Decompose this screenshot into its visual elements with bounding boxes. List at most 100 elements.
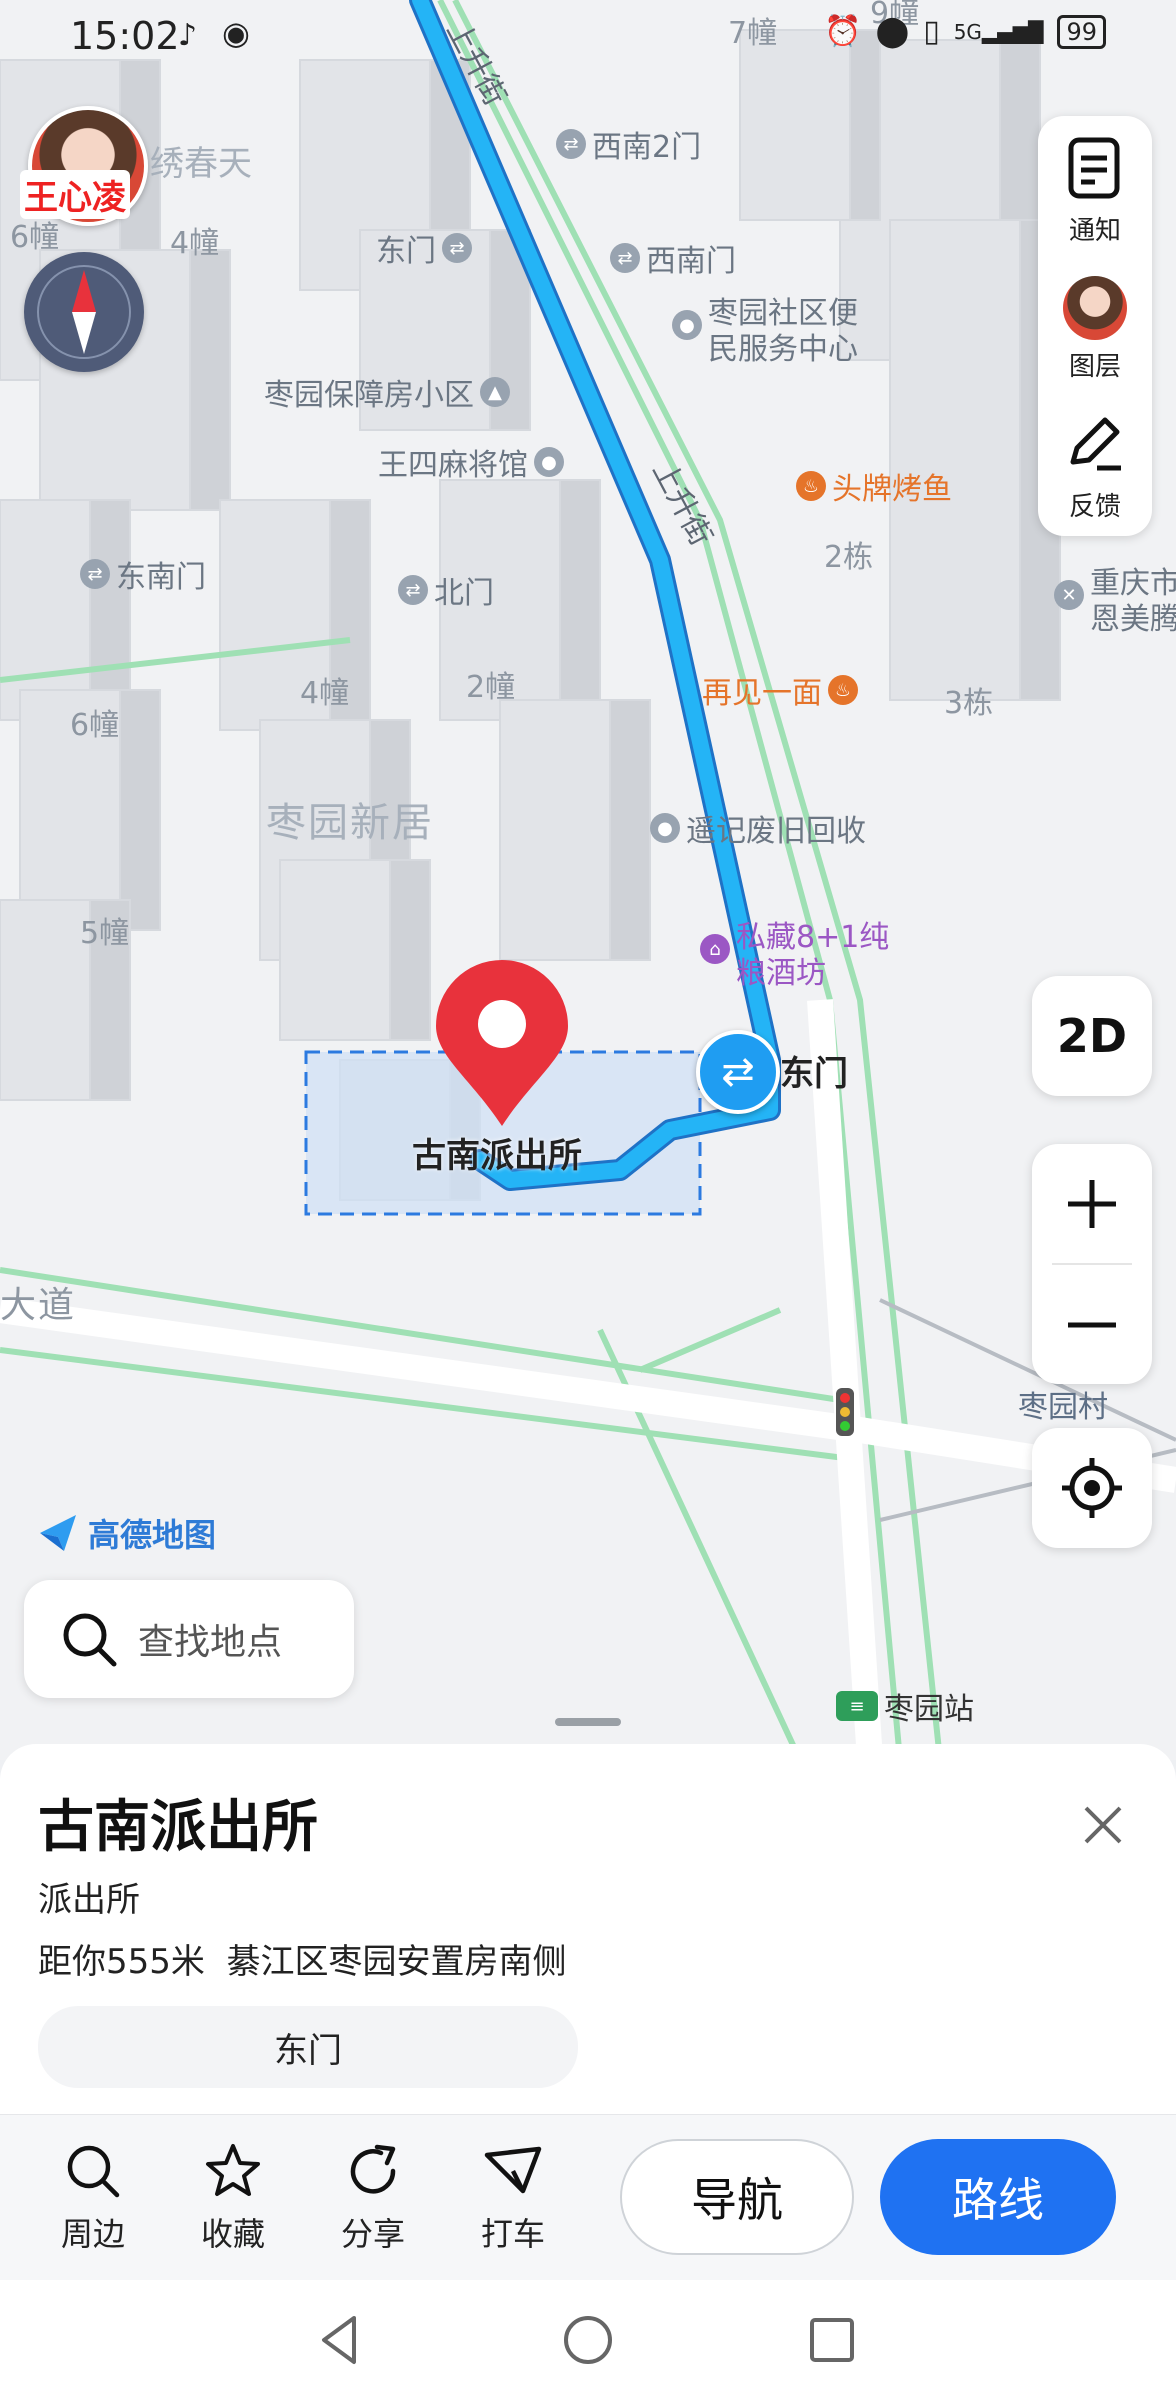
road-label: 大道: [0, 1285, 77, 1326]
notification-icon: ♪: [178, 18, 198, 53]
area-label: 枣园村: [1018, 1390, 1108, 1425]
zoom-controls: [1032, 1144, 1152, 1384]
feedback-button[interactable]: 反馈: [1038, 412, 1152, 523]
vibrate-icon: ▯: [923, 14, 940, 49]
building-label: 4幢: [300, 676, 350, 711]
gate-icon: ⇄: [556, 129, 586, 159]
entrance-marker-label: 东门: [780, 1054, 848, 1094]
layers-avatar-icon: [1063, 276, 1127, 340]
location-icon: ●: [650, 813, 680, 843]
search-icon: [63, 1613, 117, 1667]
poi-dongnanmen[interactable]: ⇄ 东南门: [80, 552, 206, 596]
status-time: 15:02: [70, 14, 180, 58]
gate-icon: ⇄: [398, 575, 428, 605]
gate-icon: ⇄: [610, 243, 640, 273]
location-icon: ●: [672, 310, 702, 340]
avatar-badge: 王心凌: [20, 170, 130, 219]
action-bar: 周边 收藏 分享 打车 导航 路线: [0, 2114, 1176, 2281]
signal-icon: 5G▂▄▆█: [953, 19, 1044, 44]
shop-icon: ⌂: [700, 934, 730, 964]
building-label: 6幢: [70, 708, 120, 743]
poi-baozhang[interactable]: 枣园保障房小区 ▲: [264, 370, 510, 414]
close-icon[interactable]: [1078, 1800, 1128, 1850]
poi-beimen[interactable]: ⇄ 北门: [398, 568, 494, 612]
place-detail-sheet: 古南派出所 派出所 距你555米 綦江区枣园安置房南侧 东门: [0, 1744, 1176, 2114]
compass-needle-icon: [37, 265, 131, 359]
compass-icon[interactable]: [24, 252, 144, 372]
map-canvas: [0, 0, 1176, 1760]
favorite-button[interactable]: 收藏: [178, 2141, 288, 2255]
poi-toupai[interactable]: ♨ 头牌烤鱼: [796, 464, 952, 508]
search-icon: [67, 2145, 120, 2198]
zoom-out-button[interactable]: [1032, 1265, 1152, 1384]
poi-mahjong[interactable]: 王四麻将馆 ●: [378, 440, 564, 484]
poi-dongmen-top[interactable]: 东门 ⇄: [376, 226, 472, 270]
taxi-button[interactable]: 打车: [458, 2141, 568, 2255]
building-label: 2幢: [466, 670, 516, 705]
plus-icon: [1068, 1179, 1116, 1228]
metro-station-icon: ≡: [836, 1691, 878, 1721]
locate-icon: [1062, 1458, 1122, 1518]
place-title: 古南派出所: [38, 1795, 318, 1860]
entrance-chip[interactable]: 东门: [38, 2006, 578, 2088]
side-panel: 通知 图层 反馈: [1038, 116, 1152, 536]
eye-icon: ◉: [222, 14, 250, 52]
building-label: 5幢: [80, 916, 130, 951]
location-icon: ●: [534, 447, 564, 477]
amap-logo-icon: [40, 1515, 76, 1551]
zoom-in-button[interactable]: [1032, 1144, 1152, 1263]
poi-recycle[interactable]: ● 遥记废旧回收: [650, 806, 866, 850]
status-bar: 15:02 ♪ ◉ ⏰ ⬤ ▯ 5G▂▄▆█ 99: [0, 0, 1176, 70]
alarm-icon: ⏰: [824, 14, 862, 49]
lock-icon: ▲: [480, 377, 510, 407]
place-category: 派出所: [38, 1880, 140, 1920]
minus-icon: [1068, 1322, 1116, 1327]
gate-icon: ⇄: [80, 559, 110, 589]
area-label: 枣园新居: [266, 800, 434, 846]
pencil-icon: [1070, 417, 1121, 471]
notification-list-icon: [1068, 137, 1120, 199]
poi-chongqing[interactable]: ✕ 重庆市 恩美腾: [1054, 566, 1176, 638]
locate-button[interactable]: [1032, 1428, 1152, 1548]
entrance-marker-icon[interactable]: ⇄: [696, 1030, 780, 1114]
home-icon[interactable]: [558, 2310, 618, 2370]
tool-icon: ✕: [1054, 580, 1084, 610]
building-label: 2栋: [824, 540, 874, 575]
navigate-button[interactable]: 导航: [620, 2139, 854, 2255]
route-button[interactable]: 路线: [880, 2139, 1116, 2255]
poi-wine[interactable]: ⌂ 私藏8+1纯 粮酒坊: [700, 920, 889, 992]
nearby-button[interactable]: 周边: [38, 2141, 148, 2255]
poi-zaijian[interactable]: 再见一面 ♨: [702, 668, 858, 712]
poi-xinan2men[interactable]: ⇄ 西南2门: [556, 122, 701, 166]
notify-button[interactable]: 通知: [1038, 136, 1152, 247]
destination-pin-icon[interactable]: [432, 960, 572, 1130]
building-label: 3栋: [944, 686, 994, 721]
restaurant-icon: ♨: [828, 675, 858, 705]
recents-icon[interactable]: [802, 2310, 862, 2370]
gate-icon: ⇄: [442, 233, 472, 263]
location-icon: ⬤: [875, 14, 910, 49]
share-icon: [350, 2144, 396, 2194]
search-placeholder: 查找地点: [138, 1622, 283, 1663]
sheet-drag-handle[interactable]: [555, 1718, 621, 1726]
poi-zaoyuan-station[interactable]: ≡ 枣园站: [836, 1684, 974, 1728]
destination-pin-label: 古南派出所: [412, 1136, 582, 1176]
amap-logo: 高德地图: [36, 1510, 216, 1556]
status-icons: ⏰ ⬤ ▯ 5G▂▄▆█ 99: [824, 14, 1106, 49]
taxi-flag-icon: [484, 2146, 542, 2194]
poi-xinanmen[interactable]: ⇄ 西南门: [610, 236, 736, 280]
layers-button[interactable]: 图层: [1038, 276, 1152, 383]
building-label: 4幢: [170, 226, 220, 261]
back-icon[interactable]: [310, 2310, 370, 2370]
battery-icon: 99: [1057, 14, 1106, 49]
view-mode-button[interactable]: 2D: [1032, 976, 1152, 1096]
search-box[interactable]: 查找地点: [24, 1580, 354, 1698]
star-icon: [206, 2144, 260, 2196]
poi-xiuchuntian[interactable]: 绣春天: [150, 136, 252, 185]
map-view[interactable]: 7幢 9幢 绣春天 ⇄ 西南2门 6幢 4幢 东门 ⇄ ⇄ 西南门 ● 枣园社区便 民服务…: [0, 0, 1176, 1760]
restaurant-icon: ♨: [796, 471, 826, 501]
system-navigation-bar: [0, 2280, 1176, 2400]
poi-zaoyuan-service[interactable]: ● 枣园社区便 民服务中心: [672, 296, 858, 368]
share-button[interactable]: 分享: [318, 2141, 428, 2255]
place-address: 距你555米 綦江区枣园安置房南侧: [38, 1942, 567, 1982]
